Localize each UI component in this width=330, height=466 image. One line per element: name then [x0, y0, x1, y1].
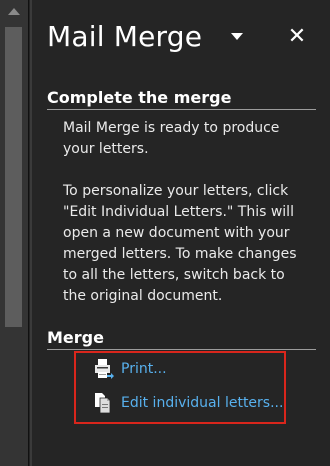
documents-icon: [94, 392, 114, 414]
scroll-up-arrow-icon[interactable]: [8, 8, 20, 15]
merge-heading: Merge: [47, 328, 104, 347]
section-divider: [47, 109, 316, 110]
print-link-label[interactable]: Print...: [121, 361, 167, 377]
pane-title: Mail Merge: [47, 20, 203, 53]
complete-merge-heading: Complete the merge: [47, 88, 232, 107]
print-link[interactable]: Print...: [94, 357, 167, 381]
instructions-text: To personalize your letters, click "Edit…: [63, 183, 297, 304]
close-icon: ✕: [287, 24, 307, 49]
section-divider: [47, 349, 316, 350]
printer-icon: [94, 358, 114, 380]
edit-individual-letters-label[interactable]: Edit individual letters...: [121, 395, 283, 411]
task-pane-options-button[interactable]: [226, 28, 248, 48]
scrollbar-thumb[interactable]: [5, 27, 22, 327]
chevron-down-icon: [231, 33, 243, 40]
close-pane-button[interactable]: ✕: [284, 24, 310, 50]
edit-individual-letters-link[interactable]: Edit individual letters...: [94, 391, 283, 415]
document-scrollbar[interactable]: [0, 0, 29, 466]
ready-message: Mail Merge is ready to produce your lett…: [63, 120, 280, 157]
pane-divider: [30, 0, 32, 466]
